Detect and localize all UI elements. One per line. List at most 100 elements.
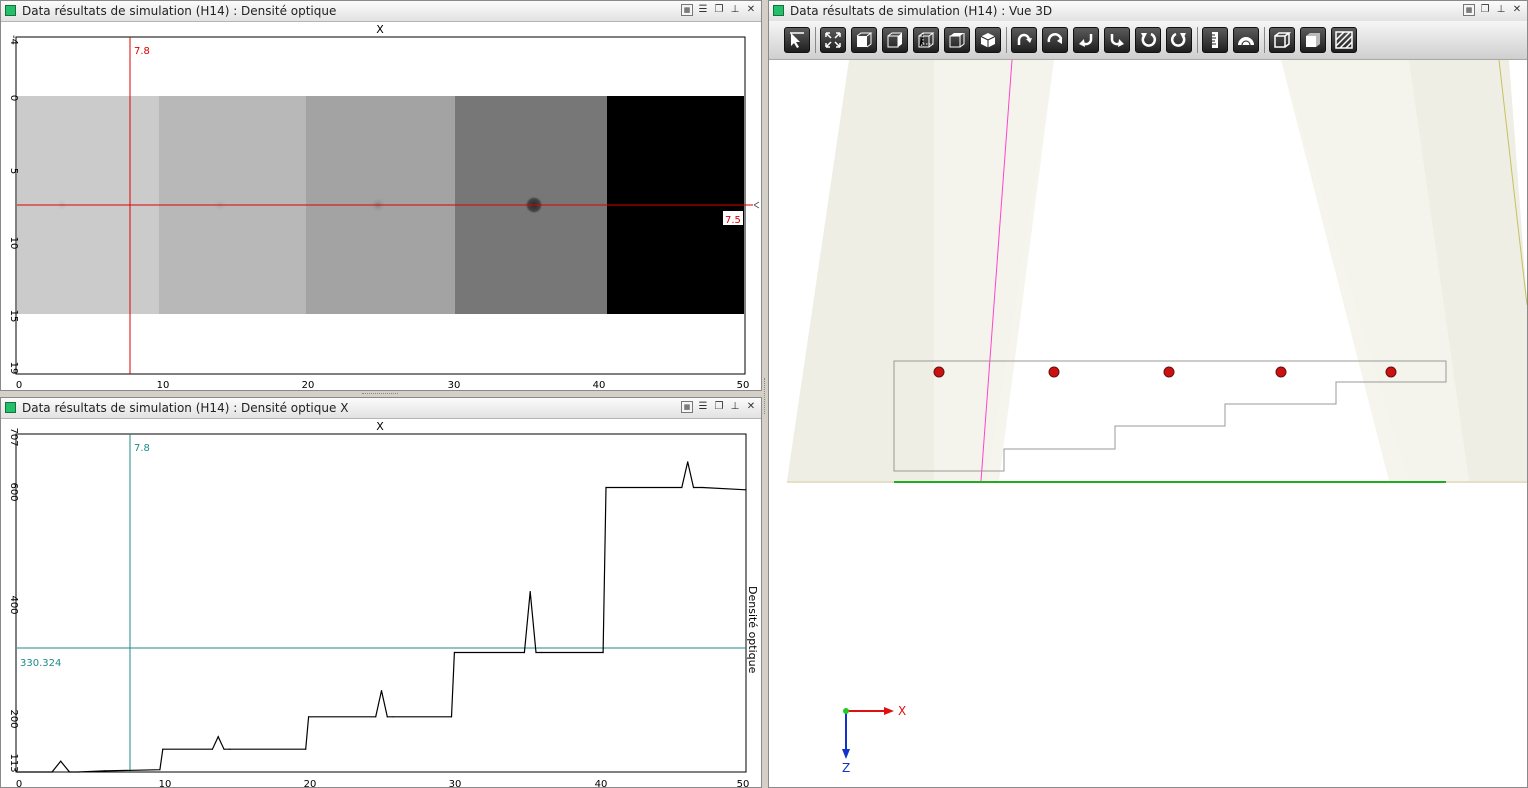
rotate-left-icon[interactable] [1073, 27, 1099, 53]
profile-data-point [602, 651, 604, 654]
ruler-icon[interactable] [1202, 27, 1228, 53]
x-tick: 40 [595, 779, 608, 787]
x-arrow-head [884, 707, 894, 715]
beam-cone-left-inner [934, 60, 1054, 481]
plot-frame [15, 433, 747, 773]
profile-data-point [529, 591, 531, 593]
profile-data-point [450, 716, 453, 718]
solid-icon[interactable] [1300, 27, 1326, 53]
cursor-x-value: 7.8 [134, 46, 150, 57]
pin-icon[interactable]: ⊥ [729, 401, 741, 413]
profile-data-point [392, 716, 394, 718]
x-tick: 10 [157, 380, 170, 390]
rotate-down-icon[interactable] [1042, 27, 1068, 53]
cursor-x-value: 7.8 [134, 443, 150, 454]
database-icon[interactable]: ☰ [697, 401, 709, 413]
profile-data-point [60, 760, 62, 762]
view-iso-icon[interactable] [975, 27, 1001, 53]
profile-data-point [701, 486, 703, 489]
profile-data-point [523, 651, 526, 654]
density-title: Data résultats de simulation (H14) : Den… [22, 4, 337, 18]
x-tick: 30 [449, 779, 462, 787]
view3d-titlebar[interactable]: Data résultats de simulation (H14) : Vue… [769, 1, 1527, 22]
view-back-icon[interactable] [944, 27, 970, 53]
view-top-icon[interactable] [913, 27, 939, 53]
profile-data-point [535, 651, 537, 654]
z-arrow-head [842, 749, 850, 759]
profile-data-point [223, 748, 225, 750]
y-tick: 15 [8, 310, 19, 323]
marker-dot[interactable] [1275, 366, 1287, 378]
profile-data-point [681, 486, 683, 489]
marker-dot[interactable] [933, 366, 945, 378]
pin-icon[interactable]: ⊥ [729, 4, 741, 16]
y-tick: 10 [8, 237, 19, 250]
options-icon[interactable]: ▦ [681, 4, 693, 16]
x-tick: 50 [737, 779, 750, 787]
database-icon[interactable]: ☰ [697, 4, 709, 16]
options-icon[interactable]: ▦ [681, 401, 693, 413]
profile-data-point [687, 461, 689, 463]
profile-window[interactable]: Data résultats de simulation (H14) : Den… [0, 397, 762, 788]
protractor-icon[interactable] [1233, 27, 1259, 53]
view3d-toolbar [769, 21, 1527, 60]
restore-icon[interactable]: ❐ [713, 4, 725, 16]
density-window[interactable]: Data résultats de simulation (H14) : Den… [0, 0, 762, 391]
axis-triad: X Z [842, 704, 906, 775]
y-tick: 19 [8, 362, 19, 375]
restore-icon[interactable]: ❐ [1479, 4, 1491, 16]
x-tick: 0 [16, 380, 22, 390]
cursor-handle-icon[interactable] [753, 201, 760, 209]
density-titlebar[interactable]: Data résultats de simulation (H14) : Den… [1, 1, 761, 22]
density-plot[interactable]: X 7.8 7.5 0 10 20 30 40 50 -4 0 5 10 15 [1, 21, 761, 390]
close-icon[interactable]: ✕ [745, 401, 757, 413]
window-icon [5, 402, 16, 413]
view3d-canvas[interactable]: X Z [769, 60, 1527, 788]
view-front-icon[interactable] [851, 27, 877, 53]
x-tick: 0 [16, 779, 22, 787]
profile-data-point [541, 651, 543, 654]
y-tick: 113 [8, 753, 19, 772]
close-icon[interactable]: ✕ [1511, 4, 1523, 16]
marker-dot[interactable] [1163, 366, 1175, 378]
view3d-title: Data résultats de simulation (H14) : Vue… [790, 4, 1053, 18]
rotate-right-icon[interactable] [1104, 27, 1130, 53]
profile-data-point [453, 651, 455, 654]
profile-data-point [375, 716, 377, 718]
profile-data-point [159, 769, 161, 771]
rotate-up-icon[interactable] [1011, 27, 1037, 53]
restore-icon[interactable]: ❐ [713, 401, 725, 413]
x-tick: 20 [302, 380, 315, 390]
wireframe-icon[interactable] [1269, 27, 1295, 53]
profile-titlebar[interactable]: Data résultats de simulation (H14) : Den… [1, 398, 761, 419]
hatch-icon[interactable] [1331, 27, 1357, 53]
profile-data-point [77, 771, 79, 773]
profile-chart[interactable]: X 7.8 330.324 Densité optique 0 10 20 30… [1, 418, 761, 787]
profile-data-point [51, 771, 53, 773]
x-tick: 50 [737, 380, 750, 390]
x-axis-title: X [376, 23, 384, 36]
profile-data-point [692, 486, 695, 489]
y-tick: 200 [8, 709, 19, 728]
marker-dot[interactable] [1048, 366, 1060, 378]
cursor-y-value: 330.324 [20, 658, 61, 669]
close-icon[interactable]: ✕ [745, 4, 757, 16]
y-tick: -4 [8, 35, 19, 45]
x-axis-title: X [376, 420, 384, 433]
marker-dot[interactable] [1385, 366, 1397, 378]
options-icon[interactable]: ▦ [1463, 4, 1475, 16]
fit-view-icon[interactable] [820, 27, 846, 53]
x-tick: 10 [159, 779, 172, 787]
view3d-window[interactable]: Data résultats de simulation (H14) : Vue… [768, 0, 1528, 788]
profile-data-point [308, 716, 310, 718]
x-tick: 20 [304, 779, 317, 787]
y-tick: 400 [8, 595, 19, 614]
pointer-icon[interactable] [784, 27, 810, 53]
pin-icon[interactable]: ⊥ [1495, 4, 1507, 16]
profile-data-point [605, 486, 607, 489]
rotate-ccw-icon[interactable] [1135, 27, 1161, 53]
view-left-icon[interactable] [882, 27, 908, 53]
profile-data-point [745, 489, 747, 491]
rotate-cw-icon[interactable] [1166, 27, 1192, 53]
axis-z-label: Z [842, 761, 850, 775]
